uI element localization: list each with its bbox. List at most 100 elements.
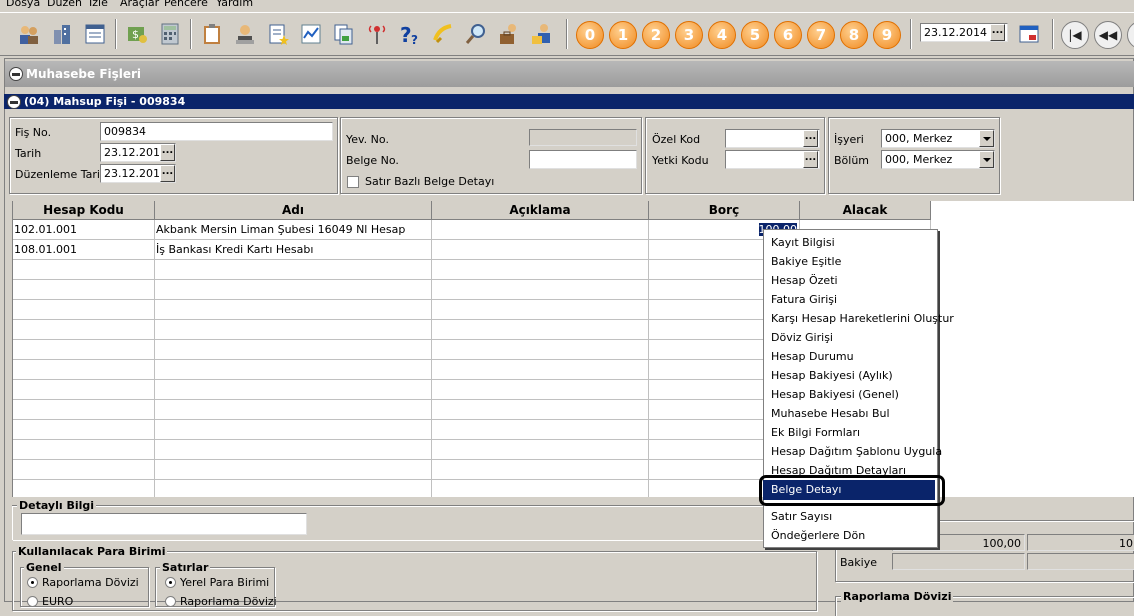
yerel-para-radio[interactable] <box>165 577 176 588</box>
person-icon[interactable] <box>230 19 260 49</box>
cell-adi[interactable]: Akbank Mersin Liman Şubesi 16049 Nl Hesa… <box>155 220 432 240</box>
context-menu-item[interactable]: Hesap Bakiyesi (Genel) <box>771 388 899 401</box>
first-record-icon[interactable]: |◀ <box>1061 21 1089 49</box>
cell-adi[interactable]: İş Bankası Kredi Kartı Hesabı <box>155 240 432 260</box>
table-cell[interactable] <box>155 260 432 280</box>
context-menu-item[interactable]: Hesap Dağıtım Şablonu Uygula <box>771 445 942 458</box>
search-icon[interactable] <box>461 19 491 49</box>
table-cell[interactable] <box>432 260 649 280</box>
context-menu-item[interactable]: Bakiye Eşitle <box>771 255 841 268</box>
duzenleme-picker-button[interactable]: ... <box>160 165 175 182</box>
isyeri-dropdown-button[interactable] <box>979 130 994 147</box>
table-cell[interactable] <box>13 360 155 380</box>
menu-yardim[interactable]: Yardım <box>216 0 253 9</box>
table-cell[interactable] <box>432 380 649 400</box>
detayli-bilgi-field[interactable] <box>21 513 307 535</box>
bolum-combo[interactable]: 000, Merkez <box>881 150 995 169</box>
table-cell[interactable] <box>13 380 155 400</box>
table-cell[interactable] <box>13 420 155 440</box>
menu-dosya[interactable]: Dosya <box>6 0 40 9</box>
context-menu-item[interactable]: Hesap Özeti <box>771 274 838 287</box>
context-menu-item[interactable]: Muhasebe Hesabı Bul <box>771 407 890 420</box>
fis-no-field[interactable]: 009834 <box>100 122 333 141</box>
table-cell[interactable] <box>155 440 432 460</box>
col-alacak[interactable]: Alacak <box>800 201 931 220</box>
briefcase-person-icon[interactable] <box>494 19 524 49</box>
menu-araclar[interactable]: Araçlar <box>120 0 159 9</box>
buildings-icon[interactable] <box>47 19 77 49</box>
quick-2-button[interactable]: 2 <box>642 21 670 49</box>
context-menu-item[interactable]: Fatura Girişi <box>771 293 837 306</box>
table-cell[interactable] <box>432 340 649 360</box>
context-menu-item[interactable]: Kayıt Bilgisi <box>771 236 835 249</box>
table-cell[interactable] <box>13 440 155 460</box>
phone-icon[interactable] <box>428 19 458 49</box>
cell-hesap-kodu[interactable]: 102.01.001 <box>13 220 155 240</box>
cell-hesap-kodu[interactable]: 108.01.001 <box>13 240 155 260</box>
col-adi[interactable]: Adı <box>155 201 432 220</box>
table-cell[interactable] <box>155 420 432 440</box>
table-cell[interactable] <box>13 320 155 340</box>
table-cell[interactable] <box>155 360 432 380</box>
raporlama-dovizi-radio[interactable] <box>27 577 38 588</box>
cell-aciklama[interactable] <box>432 240 649 260</box>
quick-0-button[interactable]: 0 <box>576 21 604 49</box>
context-menu-item[interactable]: Hesap Durumu <box>771 350 854 363</box>
table-cell[interactable] <box>432 320 649 340</box>
belge-no-field[interactable] <box>529 150 637 169</box>
next-record-icon[interactable] <box>1127 21 1134 49</box>
document-star-icon[interactable] <box>263 19 293 49</box>
table-cell[interactable] <box>432 360 649 380</box>
table-cell[interactable] <box>432 440 649 460</box>
calendar-icon[interactable] <box>1014 19 1044 49</box>
table-cell[interactable] <box>432 400 649 420</box>
table-cell[interactable] <box>432 420 649 440</box>
money-icon[interactable]: $ <box>122 19 152 49</box>
tarih-picker-button[interactable]: ... <box>160 144 175 161</box>
col-borc[interactable]: Borç <box>649 201 800 220</box>
quick-7-button[interactable]: 7 <box>807 21 835 49</box>
clipboard-icon[interactable] <box>197 19 227 49</box>
context-menu-item[interactable]: Karşı Hesap Hareketlerini Oluştur <box>771 312 954 325</box>
documents-icon[interactable] <box>329 19 359 49</box>
table-cell[interactable] <box>155 340 432 360</box>
context-menu-item[interactable]: Öndeğerlere Dön <box>771 529 865 542</box>
table-cell[interactable] <box>13 340 155 360</box>
col-hesap-kodu[interactable]: Hesap Kodu <box>13 201 155 220</box>
form-icon[interactable] <box>80 19 110 49</box>
users-icon[interactable] <box>14 19 44 49</box>
help-icon[interactable]: ?? <box>395 19 425 49</box>
cell-aciklama[interactable] <box>432 220 649 240</box>
chart-icon[interactable] <box>296 19 326 49</box>
person-folder-icon[interactable] <box>527 19 557 49</box>
context-menu-item[interactable]: Hesap Bakiyesi (Aylık) <box>771 369 893 382</box>
quick-4-button[interactable]: 4 <box>708 21 736 49</box>
quick-1-button[interactable]: 1 <box>609 21 637 49</box>
context-menu-item[interactable]: Satır Sayısı <box>771 510 832 523</box>
ozel-kod-button[interactable]: ... <box>803 130 818 147</box>
yetki-kodu-button[interactable]: ... <box>803 151 818 168</box>
context-menu-item[interactable]: Ek Bilgi Formları <box>771 426 860 439</box>
table-cell[interactable] <box>13 480 155 497</box>
antenna-icon[interactable] <box>362 19 392 49</box>
quick-5-button[interactable]: 5 <box>741 21 769 49</box>
table-cell[interactable] <box>155 480 432 497</box>
col-aciklama[interactable]: Açıklama <box>432 201 649 220</box>
table-cell[interactable] <box>155 300 432 320</box>
table-cell[interactable] <box>432 300 649 320</box>
toolbar-date-button[interactable]: ... <box>990 24 1005 41</box>
table-cell[interactable] <box>155 400 432 420</box>
table-cell[interactable] <box>13 460 155 480</box>
table-cell[interactable] <box>13 400 155 420</box>
satir-bazli-checkbox[interactable] <box>347 176 359 188</box>
table-cell[interactable] <box>432 480 649 497</box>
menu-pencere[interactable]: Pencere <box>164 0 208 9</box>
quick-9-button[interactable]: 9 <box>873 21 901 49</box>
table-cell[interactable] <box>13 300 155 320</box>
table-cell[interactable] <box>155 380 432 400</box>
table-cell[interactable] <box>155 320 432 340</box>
quick-8-button[interactable]: 8 <box>840 21 868 49</box>
table-cell[interactable] <box>155 460 432 480</box>
quick-3-button[interactable]: 3 <box>675 21 703 49</box>
bolum-dropdown-button[interactable] <box>979 151 994 168</box>
